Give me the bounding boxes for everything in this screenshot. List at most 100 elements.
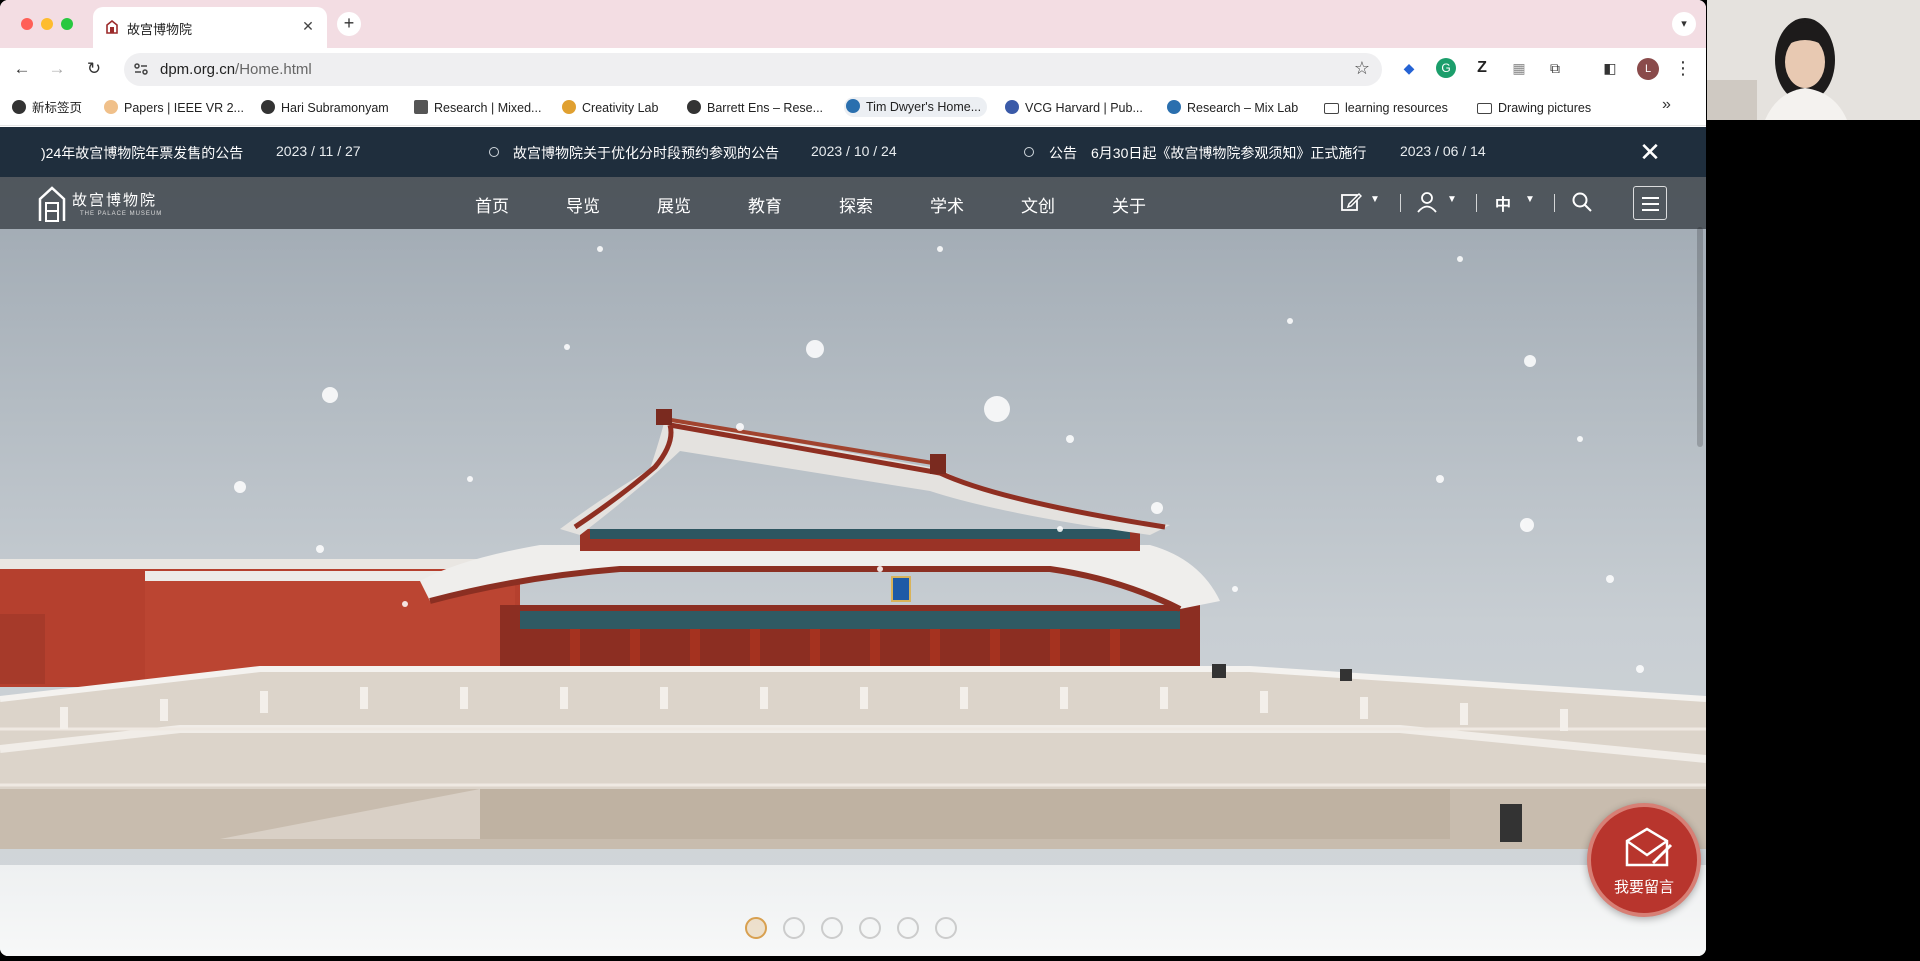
bookmark-item[interactable]: Papers | IEEE VR 2...	[104, 98, 244, 118]
carousel-dot[interactable]	[897, 917, 919, 939]
tab-strip: 故宫博物院 ✕ + ▾	[0, 0, 1706, 48]
tab-search-chevron-icon[interactable]: ▾	[1672, 12, 1696, 36]
nav-divider	[1476, 194, 1477, 212]
minimize-window-button[interactable]	[41, 18, 53, 30]
edit-icon[interactable]	[1340, 191, 1362, 213]
bookmark-item[interactable]: 新标签页	[12, 98, 82, 118]
close-window-button[interactable]	[21, 18, 33, 30]
extensions-puzzle-icon[interactable]: ⧉	[1545, 58, 1565, 78]
presenter-video	[1707, 0, 1920, 120]
leave-message-button[interactable]: 我要留言	[1587, 803, 1701, 917]
site-navigation: 故宫博物院 THE PALACE MUSEUM 首页 导览 展览 教育 探索 学…	[0, 177, 1706, 229]
reload-icon[interactable]: ↻	[81, 56, 107, 82]
nav-academic[interactable]: 学术	[930, 192, 964, 217]
url-text: dpm.org.cn/Home.html	[160, 61, 312, 78]
nav-divider	[1554, 194, 1555, 212]
nav-education[interactable]: 教育	[748, 192, 782, 217]
logo-text: 故宫博物院	[72, 191, 158, 209]
bookmark-item[interactable]: Barrett Ens – Rese...	[687, 98, 823, 118]
nav-explore[interactable]: 探索	[839, 192, 873, 217]
browser-window: 故宫博物院 ✕ + ▾ ← → ↻ dpm.org.cn/Home.html ☆	[0, 0, 1706, 956]
browser-menu-icon[interactable]: ⋮	[1673, 56, 1693, 80]
notice-date: 2023 / 06 / 14	[1400, 143, 1486, 159]
bookmark-item[interactable]: Research – Mix Lab	[1167, 98, 1298, 118]
url-path: /Home.html	[235, 61, 312, 78]
screen: 故宫博物院 ✕ + ▾ ← → ↻ dpm.org.cn/Home.html ☆	[0, 0, 1920, 961]
notice-date: 2023 / 10 / 24	[811, 143, 897, 159]
page-scrollbar[interactable]	[1697, 227, 1703, 447]
new-tab-button[interactable]: +	[337, 12, 361, 36]
nav-home[interactable]: 首页	[475, 192, 509, 217]
webcam-preview	[1707, 0, 1920, 120]
language-selector[interactable]: 中	[1495, 191, 1511, 215]
tab-title: 故宫博物院	[127, 22, 193, 37]
notice-date: 2023 / 11 / 27	[276, 143, 361, 159]
side-panel-icon[interactable]: ◧	[1600, 58, 1620, 78]
forward-arrow-icon[interactable]: →	[44, 56, 70, 82]
snow-ground	[0, 865, 1706, 956]
nav-exhibitions[interactable]: 展览	[657, 192, 691, 217]
bookmarks-bar: 新标签页 Papers | IEEE VR 2... Hari Subramon…	[0, 90, 1706, 126]
carousel-dot[interactable]	[821, 917, 843, 939]
site-logo[interactable]: 故宫博物院 THE PALACE MUSEUM	[38, 183, 168, 225]
bookmark-item[interactable]: Hari Subramonyam	[261, 98, 389, 118]
search-icon[interactable]	[1571, 191, 1593, 213]
tab-active[interactable]: 故宫博物院 ✕	[93, 7, 327, 48]
wordpress-icon	[1167, 100, 1181, 114]
bookmark-star-icon[interactable]: ☆	[1354, 58, 1370, 79]
wordpress-icon	[846, 99, 860, 113]
hamburger-menu-icon[interactable]	[1633, 186, 1667, 220]
address-bar[interactable]: dpm.org.cn/Home.html ☆	[124, 53, 1382, 86]
bookmark-item[interactable]: Tim Dwyer's Home...	[844, 97, 988, 117]
user-dropdown-chevron-icon[interactable]: ▼	[1447, 194, 1457, 205]
profile-avatar[interactable]: L	[1637, 58, 1659, 80]
hero-image	[0, 229, 1706, 956]
grammarly-icon[interactable]: G	[1436, 58, 1456, 78]
globe-icon	[12, 100, 26, 114]
carousel-indicators	[745, 917, 965, 941]
notice-title[interactable]: 故宫博物院关于优化分时段预约参观的公告	[513, 143, 779, 163]
notice-bullet-icon	[489, 147, 499, 157]
globe-icon	[687, 100, 701, 114]
edit-dropdown-chevron-icon[interactable]: ▼	[1370, 194, 1380, 205]
bookmark-item[interactable]: Creativity Lab	[562, 98, 658, 118]
url-host: dpm.org.cn	[160, 61, 236, 78]
site-info-icon[interactable]	[133, 61, 149, 77]
language-dropdown-chevron-icon[interactable]: ▼	[1525, 194, 1535, 205]
web-page: )24年故宫博物院年票发售的公告 2023 / 11 / 27 故宫博物院关于优…	[0, 127, 1706, 956]
palace-hall-illustration	[0, 246, 1706, 849]
vcg-icon	[1005, 100, 1019, 114]
logo-subtitle: THE PALACE MUSEUM	[80, 211, 163, 217]
notice-close-icon[interactable]: ✕	[1637, 137, 1663, 167]
nav-cultural-products[interactable]: 文创	[1021, 192, 1055, 217]
carousel-dot-active[interactable]	[745, 917, 767, 939]
bookmark-item[interactable]: VCG Harvard | Pub...	[1005, 98, 1143, 118]
bookmarks-overflow-icon[interactable]: »	[1662, 96, 1671, 114]
bookmark-folder[interactable]: Drawing pictures	[1477, 98, 1591, 118]
notice-prefix: 公告	[1049, 145, 1077, 161]
bookmark-item[interactable]: Research | Mixed...	[414, 98, 541, 118]
bookmark-folder[interactable]: learning resources	[1324, 98, 1448, 118]
nav-guide[interactable]: 导览	[566, 192, 600, 217]
carousel-dot[interactable]	[935, 917, 957, 939]
back-arrow-icon[interactable]: ←	[9, 56, 35, 82]
globe-icon	[261, 100, 275, 114]
ieee-icon	[104, 100, 118, 114]
maximize-window-button[interactable]	[61, 18, 73, 30]
envelope-pen-icon	[1625, 827, 1673, 867]
carousel-dot[interactable]	[783, 917, 805, 939]
notice-title[interactable]: 6月30日起《故宫博物院参观须知》正式施行	[1091, 143, 1366, 163]
palace-logo-icon	[38, 186, 66, 222]
nav-about[interactable]: 关于	[1112, 192, 1146, 217]
carousel-dot[interactable]	[859, 917, 881, 939]
zotero-icon[interactable]: Z	[1472, 58, 1492, 78]
mixed-icon	[414, 100, 428, 114]
user-icon[interactable]	[1416, 191, 1438, 213]
extension-diamond-icon[interactable]: ◆	[1399, 58, 1419, 78]
leave-message-label: 我要留言	[1613, 879, 1674, 896]
notice-title[interactable]: )24年故宫博物院年票发售的公告	[41, 143, 243, 163]
nav-divider	[1400, 194, 1401, 212]
tab-close-icon[interactable]: ✕	[299, 17, 317, 35]
store-extension-icon[interactable]: ▦	[1509, 58, 1529, 78]
folder-icon	[1324, 103, 1339, 114]
